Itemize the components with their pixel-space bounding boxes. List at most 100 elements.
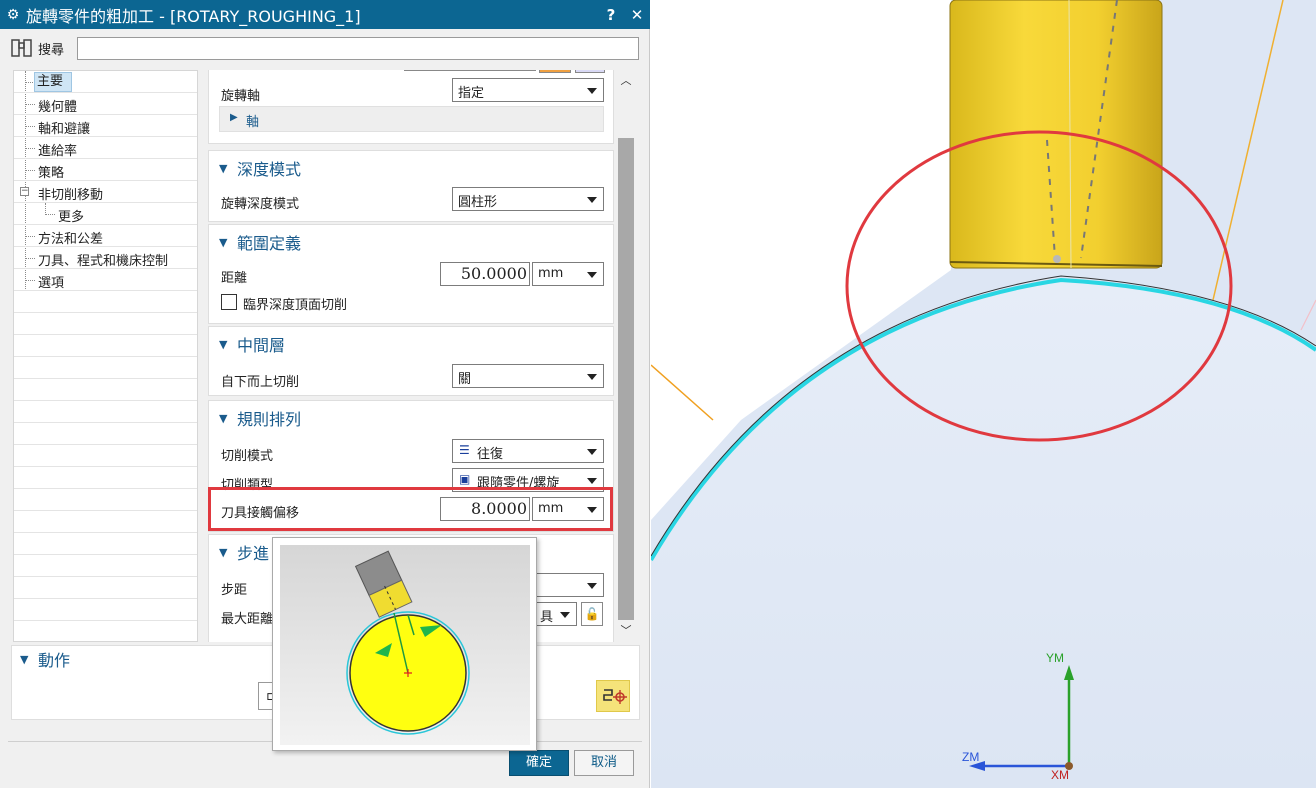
tool-contact-point [1053,255,1061,263]
collapse-triangle-icon: ▼ [20,652,29,666]
expand-triangle-icon: ▶ [230,112,238,123]
scroll-down-icon[interactable]: ﹀ [616,622,636,640]
navigation-tree: 主要 幾何體 軸和避讓 進給率 策略 − 非切削移動 更多 方法和公差 刀具、程… [13,70,198,642]
tree-item-geometry[interactable]: 幾何體 [14,93,197,115]
bottom-up-dropdown[interactable]: 關 [452,364,604,388]
tree-item-label: 刀具、程式和機床控制 [38,254,169,269]
contact-offset-tooltip [272,537,537,751]
tree-item-axis[interactable]: 軸和避讓 [14,115,197,137]
vector-dialog-icon[interactable] [539,70,571,73]
tree-item-options[interactable]: 選項 [14,269,197,291]
cut-mode-label: 切削模式 [221,449,274,464]
pattern-header[interactable]: ▼ 規則排列 [219,407,301,429]
stepover-label: 步距 [221,583,248,598]
chevron-down-icon [587,583,597,589]
axis-subgroup-label: 軸 [246,115,260,130]
panel-scrollbar[interactable]: ︿ ﹀ [616,70,636,642]
depth-mode-dropdown[interactable]: 圓柱形 [452,187,604,211]
chevron-down-icon [587,374,597,380]
axis-subgroup[interactable]: ▶ 軸 [219,106,604,132]
tree-item-non-cutting[interactable]: − 非切削移動 [14,181,197,203]
collapse-triangle-icon: ▼ [219,161,228,175]
tree-item-label: 選項 [38,276,65,291]
section-range: ▼ 範圍定義 距離 50.0000 mm 臨界深度頂面切削 [208,224,614,324]
gear-icon[interactable]: ⚙ [0,7,26,23]
chevron-down-icon [587,449,597,455]
range-header[interactable]: ▼ 範圍定義 [219,231,301,253]
tree-empty-row [14,599,197,621]
tree-item-label: 更多 [58,210,85,225]
cancel-button[interactable]: 取消 [574,750,634,776]
tree-item-label: 軸和避讓 [38,122,91,137]
vector-options-icon[interactable] [575,70,605,73]
distance-unit-dropdown[interactable]: mm [532,262,604,286]
ym-label: YM [1046,651,1064,665]
tree-item-main[interactable]: 主要 [14,71,197,93]
tree-empty-row [14,533,197,555]
depth-mode-header[interactable]: ▼ 深度模式 [219,157,301,179]
verify-button[interactable] [596,680,630,712]
rotation-axis-dropdown[interactable]: 指定 [452,78,604,102]
specify-vector-field[interactable] [404,70,536,71]
collapse-toggle-icon[interactable]: − [20,187,29,196]
crit-depth-label: 臨界深度頂面切削 [243,298,348,313]
tree-empty-row [14,291,197,313]
tree-item-label: 非切削移動 [38,188,104,203]
tree-item-label: 策略 [38,166,65,181]
chevron-down-icon [587,88,597,94]
tree-empty-row [14,313,197,335]
tree-item-feeds[interactable]: 進給率 [14,137,197,159]
chevron-down-icon [587,197,597,203]
zigzag-icon: ☰ [459,443,470,457]
ok-button[interactable]: 確定 [509,750,569,776]
section-depth-mode: ▼ 深度模式 旋轉深度模式 圓柱形 [208,150,614,222]
help-button[interactable]: ? [598,6,624,24]
collapse-triangle-icon: ▼ [219,411,228,425]
lock-icon[interactable]: 🔓 [581,602,603,626]
binoculars-icon [11,39,32,57]
zm-label: ZM [962,750,979,764]
operation-dialog: ⚙ 旋轉零件的粗加工 - [ROTARY_ROUGHING_1] ? ✕ 搜尋 … [0,0,650,788]
viewport-scene: YM ZM XM [651,0,1316,788]
tree-empty-row [14,467,197,489]
chevron-down-icon [587,272,597,278]
actions-header[interactable]: ▼ 動作 [20,648,70,670]
tree-empty-row [14,577,197,599]
search-row: 搜尋 [0,33,650,63]
dialog-title: 旋轉零件的粗加工 - [ROTARY_ROUGHING_1] [26,6,361,26]
tree-item-label: 方法和公差 [38,232,104,247]
section-middle: ▼ 中間層 自下而上切削 關 [208,326,614,396]
tree-item-tool-program[interactable]: 刀具、程式和機床控制 [14,247,197,269]
rotation-axis-label: 旋轉軸 [221,89,261,104]
depth-mode-label: 旋轉深度模式 [221,197,300,212]
title-bar: ⚙ 旋轉零件的粗加工 - [ROTARY_ROUGHING_1] ? ✕ [0,0,650,29]
chevron-down-icon [560,612,570,618]
max-distance-label: 最大距離 [221,612,274,627]
graphics-viewport[interactable]: YM ZM XM [651,0,1316,788]
tree-item-strategy[interactable]: 策略 [14,159,197,181]
verify-icon [603,689,627,704]
xm-label: XM [1051,768,1069,782]
search-input[interactable] [77,37,639,60]
crit-depth-checkbox[interactable] [221,294,237,310]
middle-header[interactable]: ▼ 中間層 [219,333,285,355]
scroll-thumb[interactable] [618,138,634,620]
tree-item-method[interactable]: 方法和公差 [14,225,197,247]
tree-empty-row [14,423,197,445]
tree-item-label: 進給率 [38,144,78,159]
bottom-up-label: 自下而上切削 [221,375,300,390]
distance-input[interactable]: 50.0000 [440,262,530,286]
collapse-triangle-icon: ▼ [219,337,228,351]
scroll-up-icon[interactable]: ︿ [616,72,636,90]
tree-item-more[interactable]: 更多 [14,203,197,225]
stepover-header[interactable]: ▼ 步進 [219,541,269,563]
tree-empty-row [14,357,197,379]
tree-item-label: 幾何體 [38,100,78,115]
tree-empty-row [14,621,197,641]
contact-offset-illustration [280,545,530,745]
collapse-triangle-icon: ▼ [219,545,228,559]
search-label: 搜尋 [38,43,65,58]
cut-mode-dropdown[interactable]: ☰ 往復 [452,439,604,463]
distance-label: 距離 [221,271,248,286]
close-button[interactable]: ✕ [624,6,650,24]
